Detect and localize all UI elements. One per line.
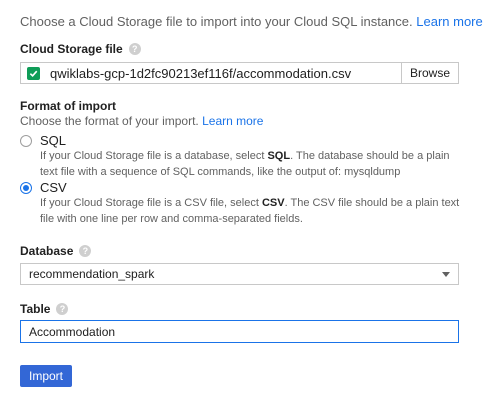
table-name-input[interactable] xyxy=(20,320,459,343)
intro-learn-more-link[interactable]: Learn more xyxy=(416,14,482,29)
radio-selected-dot xyxy=(23,184,29,191)
import-button[interactable]: Import xyxy=(20,365,72,387)
help-icon[interactable]: ? xyxy=(56,303,69,315)
help-icon[interactable]: ? xyxy=(79,245,92,257)
radio-option-sql[interactable]: SQL xyxy=(20,133,66,148)
dropdown-caret-icon[interactable] xyxy=(442,271,450,277)
sql-help-pre: If your Cloud Storage file is a database… xyxy=(40,150,268,162)
format-of-import-label: Format of import xyxy=(20,99,116,113)
intro-text: Choose a Cloud Storage file to import in… xyxy=(20,14,483,29)
cloud-storage-file-field[interactable]: qwiklabs-gcp-1d2fc90213ef116f/accommodat… xyxy=(20,62,459,84)
sql-help-bold: SQL xyxy=(267,150,291,162)
file-path-value[interactable]: qwiklabs-gcp-1d2fc90213ef116f/accommodat… xyxy=(50,66,401,81)
cloud-storage-file-label-text: Cloud Storage file xyxy=(20,42,123,56)
radio-option-csv[interactable]: CSV xyxy=(20,180,67,195)
sql-radio-button[interactable] xyxy=(20,134,32,147)
help-icon[interactable]: ? xyxy=(128,43,141,55)
sql-radio-label[interactable]: SQL xyxy=(40,133,66,148)
table-label-text: Table xyxy=(20,302,51,316)
format-description-text: Choose the format of your import. xyxy=(20,114,199,128)
database-label-text: Database xyxy=(20,244,74,258)
database-label: Database ? xyxy=(20,244,92,258)
csv-help-text: If your Cloud Storage file is a CSV file… xyxy=(40,195,460,227)
database-selected-value[interactable]: recommendation_spark xyxy=(29,267,154,281)
table-label: Table ? xyxy=(20,302,69,316)
format-learn-more-link[interactable]: Learn more xyxy=(202,114,263,128)
browse-button[interactable]: Browse xyxy=(400,63,458,83)
cloud-storage-file-label: Cloud Storage file ? xyxy=(20,42,141,56)
csv-radio-label[interactable]: CSV xyxy=(40,180,67,195)
csv-help-pre: If your Cloud Storage file is a CSV file… xyxy=(40,197,262,209)
format-description: Choose the format of your import. Learn … xyxy=(20,114,263,128)
check-icon xyxy=(27,66,40,80)
sql-help-text: If your Cloud Storage file is a database… xyxy=(40,148,460,180)
csv-radio-button[interactable] xyxy=(20,181,32,194)
format-label-text: Format of import xyxy=(20,99,116,113)
database-select[interactable]: recommendation_spark xyxy=(20,263,459,285)
intro-message: Choose a Cloud Storage file to import in… xyxy=(20,14,413,29)
csv-help-bold: CSV xyxy=(261,197,285,209)
